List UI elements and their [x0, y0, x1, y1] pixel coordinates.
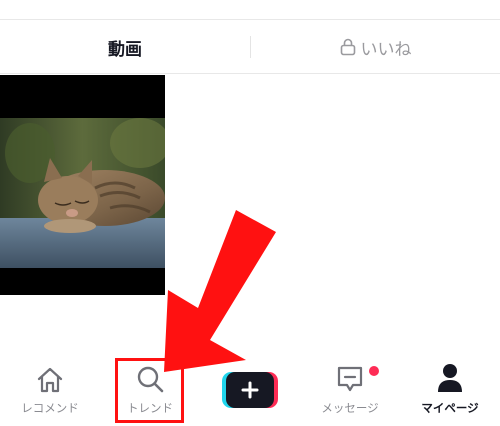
nav-messages-label: メッセージ	[321, 401, 379, 415]
home-icon	[37, 367, 63, 393]
profile-tabs: 動画 いいね	[0, 20, 500, 74]
cat-thumbnail-image	[0, 118, 165, 268]
lock-icon	[340, 38, 355, 56]
nav-home-label: レコメンド	[21, 401, 79, 415]
nav-home[interactable]: レコメンド	[8, 358, 92, 426]
tab-likes[interactable]: いいね	[251, 20, 500, 74]
profile-icon	[438, 364, 462, 392]
nav-profile-label: マイページ	[421, 401, 479, 415]
create-button-face	[226, 372, 274, 408]
message-icon	[337, 366, 363, 392]
tab-videos[interactable]: 動画	[0, 20, 250, 74]
message-notification-badge	[369, 366, 379, 376]
tab-videos-label: 動画	[108, 39, 142, 60]
video-thumbnail[interactable]: 1	[0, 75, 165, 295]
nav-profile[interactable]: マイページ	[408, 358, 492, 426]
create-button[interactable]	[222, 372, 278, 408]
nav-messages[interactable]: メッセージ	[308, 358, 392, 426]
annotation-highlight-box	[115, 358, 184, 423]
tab-likes-label: いいね	[360, 39, 412, 60]
plus-icon	[241, 381, 259, 399]
